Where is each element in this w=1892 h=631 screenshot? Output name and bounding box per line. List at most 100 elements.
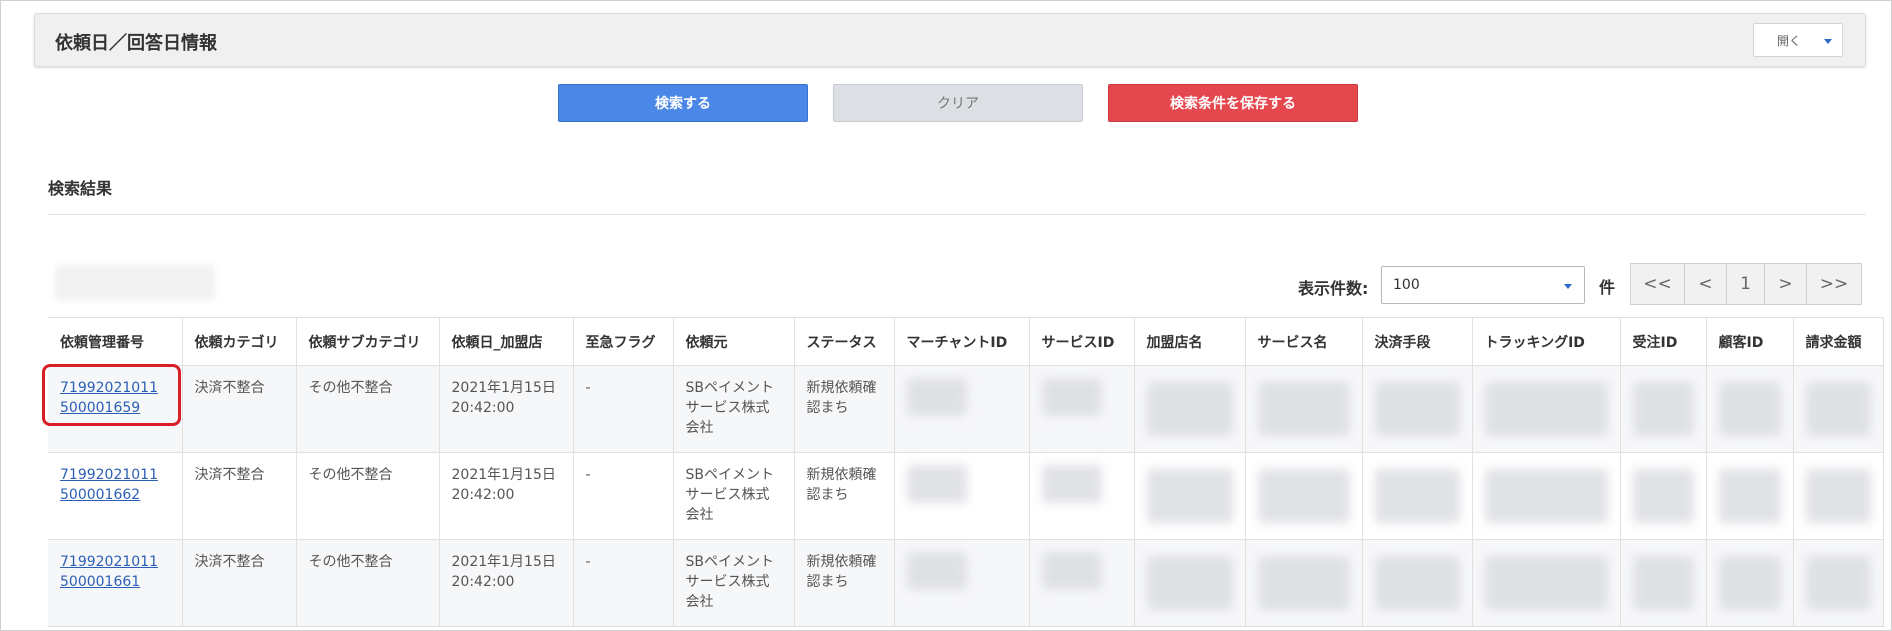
col-header-source[interactable]: 依頼元	[673, 317, 795, 366]
search-button[interactable]: 検索する	[558, 84, 808, 122]
pager-current-page[interactable]: 1	[1727, 264, 1765, 304]
cell-request-id: 71992021011 500001661	[48, 539, 183, 627]
pager-last-button[interactable]: >>	[1807, 264, 1861, 304]
results-title: 検索結果	[48, 179, 113, 198]
cell-category: 決済不整合	[182, 365, 297, 453]
divider	[48, 214, 1866, 215]
cell-service-name-redacted	[1245, 452, 1363, 540]
cell-merchant-name-redacted	[1134, 539, 1246, 627]
cell-category: 決済不整合	[182, 452, 297, 540]
redacted-value	[1805, 556, 1871, 610]
pager-prev-button[interactable]: <	[1685, 264, 1727, 304]
col-header-service-id[interactable]: サービスID	[1029, 317, 1135, 366]
redacted-value	[1041, 378, 1102, 416]
redacted-value	[1805, 382, 1871, 436]
col-header-urgent-flag[interactable]: 至急フラグ	[573, 317, 674, 366]
redacted-value	[1257, 469, 1350, 523]
redacted-value	[906, 552, 967, 590]
pager-first-button[interactable]: <<	[1631, 264, 1685, 304]
col-header-customer-id[interactable]: 顧客ID	[1706, 317, 1794, 366]
cell-category: 決済不整合	[182, 539, 297, 627]
cell-merchant-id-redacted	[894, 539, 1030, 627]
redacted-value	[1484, 469, 1608, 523]
cell-source: SBペイメント サービス株式 会社	[673, 365, 795, 453]
cell-service-name-redacted	[1245, 539, 1363, 627]
cell-merchant-id-redacted	[894, 452, 1030, 540]
cell-billing-amount-redacted	[1793, 452, 1884, 540]
cell-order-id-redacted	[1620, 365, 1707, 453]
cell-service-id-redacted	[1029, 452, 1135, 540]
cell-source: SBペイメント サービス株式 会社	[673, 539, 795, 627]
redacted-value	[1718, 382, 1781, 436]
cell-billing-amount-redacted	[1793, 365, 1884, 453]
cell-urgent-flag: -	[573, 452, 674, 540]
col-header-order-id[interactable]: 受注ID	[1620, 317, 1707, 366]
pager-next-button[interactable]: >	[1765, 264, 1807, 304]
save-search-conditions-button[interactable]: 検索条件を保存する	[1108, 84, 1358, 122]
table-row: 71992021011 500001659 決済不整合 その他不整合 2021年1…	[48, 365, 1884, 453]
cell-urgent-flag: -	[573, 539, 674, 627]
col-header-subcategory[interactable]: 依頼サブカテゴリ	[296, 317, 440, 366]
pagination: << < 1 > >>	[1630, 263, 1862, 305]
cell-payment-method-redacted	[1362, 365, 1473, 453]
display-count-value: 100	[1393, 277, 1420, 293]
request-id-link[interactable]: 71992021011 500001661	[60, 554, 158, 590]
col-header-merchant-id[interactable]: マーチャントID	[894, 317, 1030, 366]
clear-button[interactable]: クリア	[833, 84, 1083, 122]
redacted-value	[1484, 556, 1608, 610]
cell-urgent-flag: -	[573, 365, 674, 453]
cell-status: 新規依頼確 認まち	[794, 365, 895, 453]
redacted-value	[1257, 556, 1350, 610]
expand-toggle-button[interactable]: 開く	[1753, 23, 1843, 57]
col-header-category[interactable]: 依頼カテゴリ	[182, 317, 297, 366]
redacted-value	[1146, 469, 1233, 523]
redacted-value	[1374, 469, 1460, 523]
cell-customer-id-redacted	[1706, 365, 1794, 453]
redacted-value	[1041, 465, 1102, 503]
redacted-value	[1805, 469, 1871, 523]
cell-merchant-id-redacted	[894, 365, 1030, 453]
cell-request-date: 2021年1月15日 20:42:00	[439, 365, 574, 453]
cell-customer-id-redacted	[1706, 452, 1794, 540]
display-count-label: 表示件数:	[1298, 279, 1369, 298]
cell-source: SBペイメント サービス株式 会社	[673, 452, 795, 540]
cell-status: 新規依頼確 認まち	[794, 539, 895, 627]
cell-status: 新規依頼確 認まち	[794, 452, 895, 540]
redacted-value	[906, 465, 967, 503]
col-header-service-name[interactable]: サービス名	[1245, 317, 1363, 366]
col-header-tracking-id[interactable]: トラッキングID	[1472, 317, 1621, 366]
request-id-link[interactable]: 71992021011 500001659	[60, 380, 158, 416]
table-header-row: 依頼管理番号 依頼カテゴリ 依頼サブカテゴリ 依頼日_加盟店 至急フラグ 依頼元…	[48, 317, 1884, 366]
cell-tracking-id-redacted	[1472, 539, 1621, 627]
col-header-billing-amount[interactable]: 請求金額	[1793, 317, 1884, 366]
chevron-down-icon	[1564, 284, 1572, 289]
redacted-value	[1718, 469, 1781, 523]
cell-request-id: 71992021011 500001662	[48, 452, 183, 540]
request-date-panel-header[interactable]: 依頼日／回答日情報 開く	[34, 13, 1866, 67]
display-count-select[interactable]: 100	[1381, 266, 1585, 304]
page-frame: 依頼日／回答日情報 開く 検索する クリア 検索条件を保存する 検索結果 表示件…	[0, 0, 1892, 631]
request-id-link[interactable]: 71992021011 500001662	[60, 467, 158, 503]
col-header-payment-method[interactable]: 決済手段	[1362, 317, 1473, 366]
cell-subcategory: その他不整合	[296, 365, 440, 453]
col-header-merchant-name[interactable]: 加盟店名	[1134, 317, 1246, 366]
cell-billing-amount-redacted	[1793, 539, 1884, 627]
expand-toggle-label: 開く	[1777, 33, 1802, 48]
redacted-value	[1257, 382, 1350, 436]
table-row: 71992021011 500001661 決済不整合 その他不整合 2021年1…	[48, 539, 1884, 627]
display-count-unit: 件	[1599, 278, 1616, 297]
cell-subcategory: その他不整合	[296, 452, 440, 540]
redacted-value	[1484, 382, 1608, 436]
redacted-value	[1041, 552, 1102, 590]
results-table: 依頼管理番号 依頼カテゴリ 依頼サブカテゴリ 依頼日_加盟店 至急フラグ 依頼元…	[48, 317, 1884, 627]
col-header-status[interactable]: ステータス	[794, 317, 895, 366]
chevron-down-icon	[1824, 39, 1832, 44]
redacted-value	[1632, 382, 1694, 436]
cell-order-id-redacted	[1620, 539, 1707, 627]
col-header-request-id[interactable]: 依頼管理番号	[48, 317, 183, 366]
redacted-result-count	[55, 265, 215, 301]
cell-payment-method-redacted	[1362, 539, 1473, 627]
cell-request-date: 2021年1月15日 20:42:00	[439, 452, 574, 540]
cell-tracking-id-redacted	[1472, 452, 1621, 540]
col-header-request-date[interactable]: 依頼日_加盟店	[439, 317, 574, 366]
